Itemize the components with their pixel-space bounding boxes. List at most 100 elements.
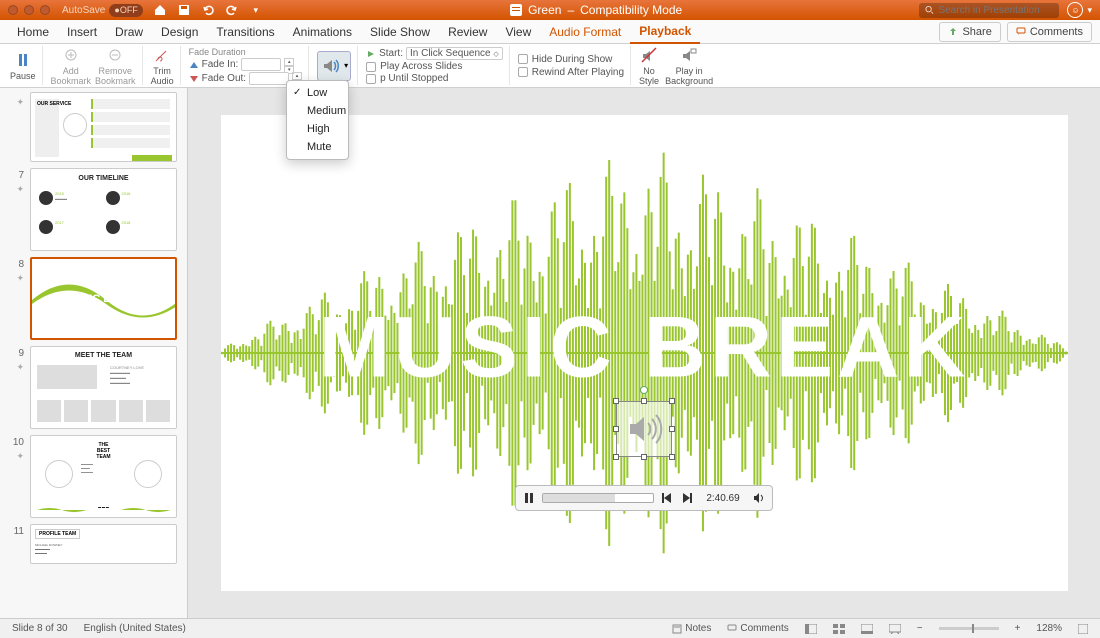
- chevron-down-icon: ▾: [344, 61, 348, 70]
- player-time: 2:40.69: [700, 493, 746, 504]
- comments-toggle[interactable]: Comments: [727, 623, 788, 634]
- thumb-row: ✦ OUR SERVICE: [10, 92, 177, 162]
- pause-button[interactable]: Pause: [10, 50, 36, 81]
- redo-icon[interactable]: [225, 3, 239, 17]
- play-icon: [366, 49, 376, 59]
- star-icon: ✦: [16, 97, 24, 108]
- play-background-button[interactable]: Play in Background: [665, 45, 713, 86]
- volume-menu: Low Medium High Mute: [286, 80, 349, 160]
- save-icon[interactable]: [177, 3, 191, 17]
- thumb-slide-7[interactable]: OUR TIMELINE 2015▬▬▬ 2016 2017 2018: [30, 168, 177, 251]
- doc-icon: [510, 4, 522, 16]
- start-select[interactable]: In Click Sequence ◇: [406, 47, 503, 60]
- tab-transitions[interactable]: Transitions: [207, 21, 283, 43]
- tab-insert[interactable]: Insert: [58, 21, 106, 43]
- fade-in-row: Fade In: ▴▾: [189, 58, 295, 71]
- tab-review[interactable]: Review: [439, 21, 496, 43]
- thumb-slide-10[interactable]: THE BEST TEAM ▬▬▬▬▬▬▬▬▬▬▬ ▬ ▬ ▬: [30, 435, 177, 518]
- speaker-icon: [624, 409, 664, 449]
- start-row: Start: In Click Sequence ◇: [366, 47, 503, 60]
- volume-item-mute[interactable]: Mute: [287, 138, 348, 156]
- hide-during-check[interactable]: Hide During Show: [518, 54, 613, 65]
- slide-counter: Slide 8 of 30: [12, 623, 68, 634]
- trim-audio-button[interactable]: Trim Audio: [151, 45, 174, 86]
- view-sorter[interactable]: [833, 624, 845, 634]
- thumb-row: 8✦ MUSIC BREAK: [10, 257, 177, 340]
- user-dropdown-icon[interactable]: ▾: [1087, 5, 1092, 16]
- audio-object[interactable]: [616, 401, 672, 457]
- thumb-row: 11 PROFILE TEAM MICHAEL DOWNEY▬▬▬▬▬▬▬▬▬: [10, 524, 177, 564]
- resize-handle[interactable]: [641, 454, 647, 460]
- rotate-handle[interactable]: [640, 386, 648, 394]
- tab-home[interactable]: Home: [8, 21, 58, 43]
- comment-icon: [1016, 27, 1026, 37]
- view-slideshow[interactable]: [889, 624, 901, 634]
- thumb-row: 7✦ OUR TIMELINE 2015▬▬▬ 2016 2017 2018: [10, 168, 177, 251]
- customize-quick-access[interactable]: ▾: [249, 3, 263, 17]
- volume-dropdown[interactable]: ▾: [317, 51, 351, 81]
- fade-out-input[interactable]: [249, 72, 289, 85]
- undo-icon[interactable]: [201, 3, 215, 17]
- resize-handle[interactable]: [613, 426, 619, 432]
- thumbnail-panel[interactable]: ✦ OUR SERVICE 7✦ OUR TIMELINE 2015: [0, 88, 188, 618]
- thumb-slide-11[interactable]: PROFILE TEAM MICHAEL DOWNEY▬▬▬▬▬▬▬▬▬: [30, 524, 177, 564]
- volume-item-medium[interactable]: Medium: [287, 102, 348, 120]
- rewind-check[interactable]: Rewind After Playing: [518, 67, 624, 78]
- window-close[interactable]: [8, 5, 18, 15]
- player-next[interactable]: [680, 493, 694, 503]
- volume-item-high[interactable]: High: [287, 120, 348, 138]
- title-sep: –: [567, 3, 574, 17]
- tab-animations[interactable]: Animations: [284, 21, 361, 43]
- star-icon: ✦: [16, 451, 24, 462]
- tab-view[interactable]: View: [496, 21, 540, 43]
- fade-in-input[interactable]: [241, 58, 281, 71]
- volume-item-low[interactable]: Low: [287, 84, 348, 102]
- thumb-slide[interactable]: OUR SERVICE: [30, 92, 177, 162]
- fade-in-spinner[interactable]: ▴▾: [284, 58, 294, 71]
- view-reading[interactable]: [861, 624, 873, 634]
- play-across-check[interactable]: Play Across Slides: [366, 61, 462, 72]
- player-prev[interactable]: [660, 493, 674, 503]
- notes-toggle[interactable]: Notes: [672, 623, 711, 634]
- window-zoom[interactable]: [40, 5, 50, 15]
- volume-icon: [320, 54, 344, 78]
- home-icon[interactable]: [153, 3, 167, 17]
- no-style-button[interactable]: No Style: [639, 45, 659, 86]
- thumb-slide-9[interactable]: MEET THE TEAM COURTNEY LOVE▬▬▬▬▬▬▬▬▬▬▬▬▬…: [30, 346, 177, 429]
- star-icon: ✦: [16, 184, 24, 195]
- view-normal[interactable]: [805, 624, 817, 634]
- resize-handle[interactable]: [641, 398, 647, 404]
- add-bookmark-button[interactable]: Add Bookmark: [51, 45, 92, 86]
- player-pause[interactable]: [522, 493, 536, 503]
- zoom-in[interactable]: +: [1015, 623, 1021, 634]
- tab-audio-format[interactable]: Audio Format: [540, 21, 630, 43]
- autosave-toggle[interactable]: AutoSave ● OFF: [62, 4, 143, 17]
- tab-design[interactable]: Design: [152, 21, 207, 43]
- resize-handle[interactable]: [613, 398, 619, 404]
- resize-handle[interactable]: [613, 454, 619, 460]
- user-avatar[interactable]: ☺: [1067, 2, 1083, 18]
- thumb-slide-8[interactable]: MUSIC BREAK: [30, 257, 177, 340]
- zoom-slider[interactable]: [939, 627, 999, 630]
- loop-check[interactable]: p Until Stopped: [366, 73, 448, 84]
- tab-slideshow[interactable]: Slide Show: [361, 21, 439, 43]
- search-field[interactable]: [938, 5, 1053, 16]
- tab-playback[interactable]: Playback: [630, 20, 700, 44]
- player-track[interactable]: [542, 493, 654, 503]
- star-icon: ✦: [16, 273, 24, 284]
- window-minimize[interactable]: [24, 5, 34, 15]
- current-slide[interactable]: MUSIC BREAK 2:: [221, 115, 1068, 591]
- zoom-out[interactable]: −: [917, 623, 923, 634]
- fit-to-window[interactable]: [1078, 624, 1088, 634]
- search-input[interactable]: [919, 3, 1059, 18]
- remove-bookmark-button[interactable]: Remove Bookmark: [95, 45, 136, 86]
- share-button[interactable]: Share: [939, 22, 1000, 42]
- tab-draw[interactable]: Draw: [106, 21, 152, 43]
- slide-editor[interactable]: MUSIC BREAK 2:: [188, 88, 1100, 618]
- resize-handle[interactable]: [669, 426, 675, 432]
- player-volume[interactable]: [752, 492, 766, 504]
- resize-handle[interactable]: [669, 454, 675, 460]
- comments-button[interactable]: Comments: [1007, 22, 1092, 42]
- resize-handle[interactable]: [669, 398, 675, 404]
- ribbon-playback: Pause Add Bookmark Remove Bookmark Trim …: [0, 44, 1100, 88]
